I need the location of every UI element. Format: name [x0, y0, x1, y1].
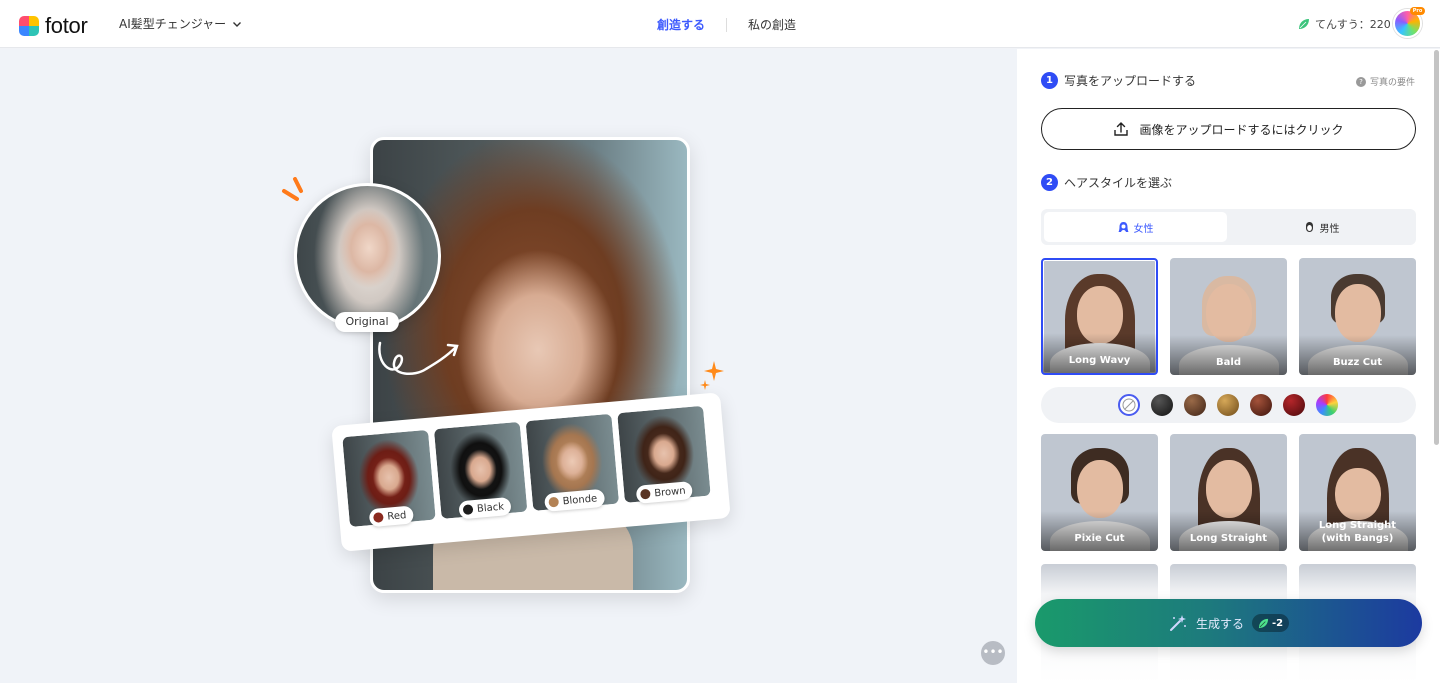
color-none-swatch[interactable] [1118, 394, 1140, 416]
pro-badge: Pro [1410, 7, 1425, 15]
settings-panel: 1 写真をアップロードする ? 写真の要件 画像をアップロードするにはクリック … [1017, 49, 1440, 683]
upload-button[interactable]: 画像をアップロードするにはクリック [1041, 108, 1416, 150]
male-icon [1305, 222, 1313, 232]
leaf-icon [1258, 618, 1269, 628]
example-red-label: Red [368, 505, 415, 528]
preview-area: Original Red Black Blonde Brown ••• [0, 49, 1017, 683]
black-dot-icon [462, 504, 474, 516]
credits-text: てんすう：220 [1315, 18, 1391, 31]
gender-tabs: 女性 男性 [1041, 209, 1416, 245]
logo-text: fotor [45, 13, 88, 38]
step-2-badge: 2 [1041, 174, 1058, 191]
original-photo [294, 183, 441, 330]
more-options-button[interactable]: ••• [981, 641, 1005, 665]
curly-arrow-icon [378, 341, 459, 376]
chevron-down-icon [233, 21, 242, 27]
step-upload-header: 1 写真をアップロードする [1041, 72, 1196, 89]
no-color-icon [1122, 398, 1136, 412]
hairstyle-label: Buzz Cut [1332, 357, 1383, 368]
hairstyle-label: Long Wavy [1068, 355, 1131, 366]
red-dot-icon [372, 512, 384, 523]
generate-label: 生成する [1195, 616, 1244, 631]
tab-female[interactable]: 女性 [1044, 212, 1227, 242]
sparkle-icon [700, 361, 724, 390]
leaf-icon [1299, 19, 1309, 29]
accent-strokes-icon [282, 177, 303, 201]
color-black-swatch[interactable] [1151, 394, 1173, 416]
hairstyle-card-buzz-cut[interactable]: Buzz Cut [1299, 258, 1416, 375]
tab-male[interactable]: 男性 [1230, 212, 1413, 242]
color-golden-swatch[interactable] [1217, 394, 1239, 416]
color-brown-swatch[interactable] [1184, 394, 1206, 416]
generate-button[interactable]: 生成する -2 [1035, 599, 1422, 647]
top-bar: fotor AI髪型チェンジャー 創造する 私の創造 てんすう：220 Pro [0, 0, 1440, 48]
original-label: Original [335, 312, 399, 332]
example-black-label: Black [458, 496, 512, 520]
hairstyle-label: Pixie Cut [1074, 533, 1125, 544]
tool-selector[interactable]: AI髪型チェンジャー [119, 15, 242, 32]
blonde-dot-icon [548, 496, 560, 508]
hairstyle-label: Long Straight [1189, 533, 1268, 544]
hair-color-picker [1041, 387, 1416, 423]
magic-wand-icon [1169, 615, 1186, 631]
step-1-badge: 1 [1041, 72, 1058, 89]
hairstyle-card-bald[interactable]: Bald [1170, 258, 1287, 375]
color-rainbow-swatch[interactable] [1316, 394, 1338, 416]
fotor-logo-icon [19, 16, 39, 36]
brown-dot-icon [639, 488, 651, 500]
step-hairstyle-header: 2 ヘアスタイルを選ぶ [1041, 174, 1172, 191]
hairstyle-card-long-straight[interactable]: Long Straight [1170, 434, 1287, 551]
generate-cost-badge: -2 [1251, 614, 1290, 632]
step-1-title: 写真をアップロードする [1064, 74, 1197, 88]
panel-scrollbar[interactable] [1434, 50, 1439, 445]
question-icon: ? [1356, 76, 1366, 87]
photo-requirements-link[interactable]: ? 写真の要件 [1356, 75, 1415, 88]
color-auburn-swatch[interactable] [1250, 394, 1272, 416]
nav-divider [726, 17, 728, 32]
hairstyle-card-long-straight-bangs[interactable]: Long Straight (with Bangs) [1299, 434, 1416, 551]
step-2-title: ヘアスタイルを選ぶ [1064, 176, 1173, 190]
hairstyle-label: Long Straight (with Bangs) [1318, 520, 1397, 544]
credits-display[interactable]: てんすう：220 [1298, 16, 1391, 32]
example-blonde-label: Blonde [543, 488, 605, 512]
hairstyle-card-long-wavy[interactable]: Long Wavy [1041, 258, 1158, 375]
hairstyle-card-pixie-cut[interactable]: Pixie Cut [1041, 434, 1158, 551]
color-red-swatch[interactable] [1283, 394, 1305, 416]
tab-create[interactable]: 創造する [657, 16, 705, 33]
fotor-logo[interactable]: fotor [19, 13, 88, 39]
hairstyle-label: Bald [1216, 357, 1241, 368]
tab-my-creations[interactable]: 私の創造 [748, 16, 796, 33]
upload-icon [1114, 122, 1129, 136]
tool-name: AI髪型チェンジャー [119, 17, 227, 31]
example-brown-label: Brown [635, 481, 694, 504]
female-icon [1118, 222, 1128, 232]
main-nav: 創造する 私の創造 [657, 16, 796, 33]
